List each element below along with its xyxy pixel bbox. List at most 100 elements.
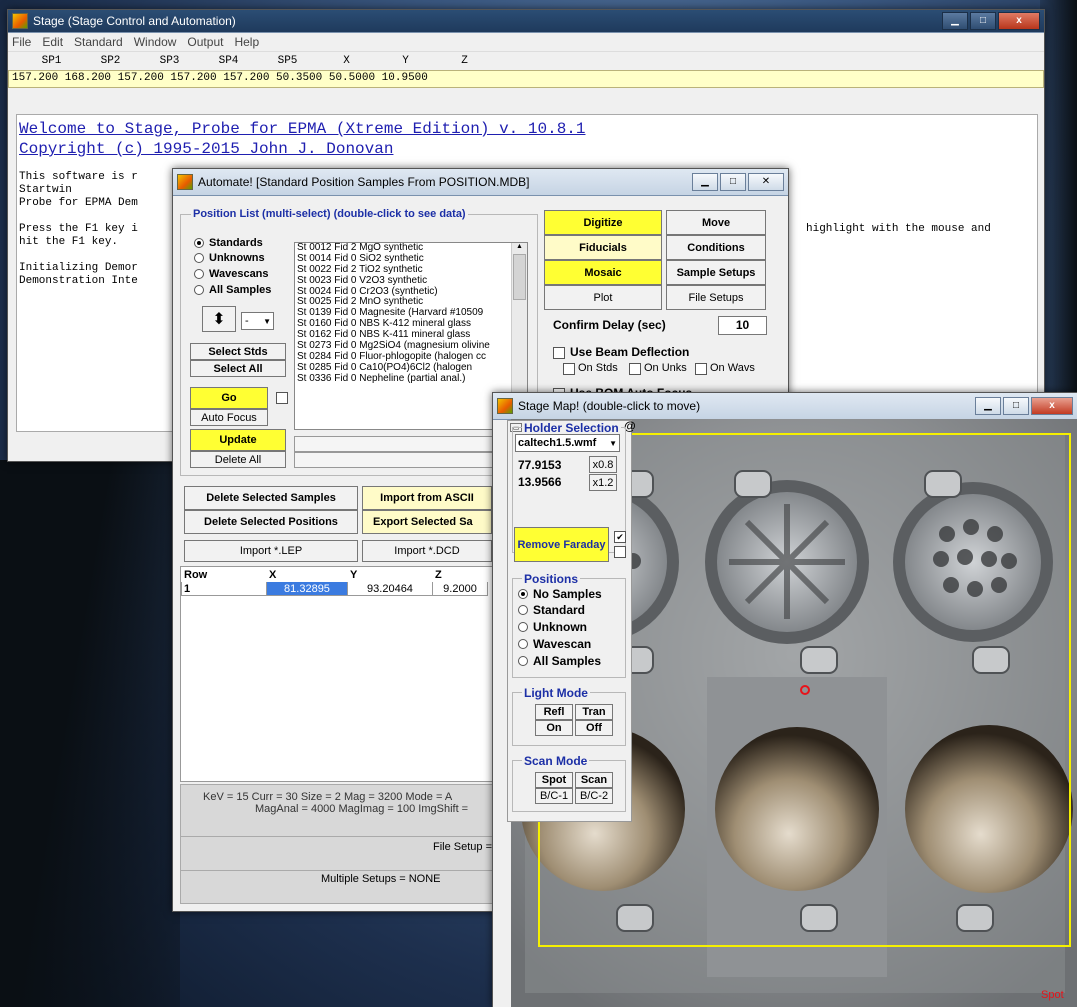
refl-button[interactable]: Refl bbox=[535, 704, 573, 720]
zoom-in-button[interactable]: x1.2 bbox=[589, 474, 617, 491]
table-cell[interactable]: 1 bbox=[181, 581, 267, 596]
list-item[interactable]: St 0023 Fid 0 V2O3 synthetic bbox=[295, 275, 527, 287]
faraday-checkbox-1[interactable]: ✔ bbox=[614, 531, 626, 543]
app-icon bbox=[497, 398, 513, 414]
desktop-tree-silhouette-right bbox=[1040, 0, 1077, 420]
file-setup-panel: File Setup = bbox=[180, 836, 495, 872]
table-cell[interactable]: 93.20464 bbox=[347, 581, 433, 596]
table-header: X bbox=[266, 567, 348, 582]
radio-standard[interactable]: Standard bbox=[518, 603, 585, 617]
close-button[interactable]: x bbox=[1031, 397, 1073, 415]
faraday-checkbox-2[interactable] bbox=[614, 546, 626, 558]
radio-wavescan[interactable]: Wavescan bbox=[518, 637, 591, 651]
close-button[interactable]: ✕ bbox=[748, 173, 784, 191]
bc2-button[interactable]: B/C-2 bbox=[575, 788, 613, 804]
radio-unknowns[interactable]: Unknowns bbox=[194, 252, 265, 264]
table-cell-selected[interactable]: 81.32895 bbox=[266, 581, 348, 596]
radio-all-samples[interactable]: All Samples bbox=[518, 654, 601, 668]
position-list-title: Position List (multi-select) (double-cli… bbox=[191, 208, 468, 220]
multiple-setups-panel: Multiple Setups = NONE bbox=[180, 870, 495, 904]
import-from-ascii-button[interactable]: Import from ASCII bbox=[362, 486, 492, 510]
on-unks-checkbox[interactable] bbox=[629, 363, 641, 375]
spin-arrows-button[interactable]: ⬍ bbox=[202, 306, 236, 332]
table-header: Z bbox=[432, 567, 488, 582]
menu-file[interactable]: File bbox=[12, 35, 31, 49]
scroll-thumb[interactable] bbox=[513, 254, 526, 300]
spot-button[interactable]: Spot bbox=[535, 772, 573, 788]
import-dcd-button[interactable]: Import *.DCD bbox=[362, 540, 492, 562]
bc1-button[interactable]: B/C-1 bbox=[535, 788, 573, 804]
holder-selection-title: Holder Selection bbox=[522, 421, 621, 435]
automate-window-title: Automate! [Standard Position Samples Fro… bbox=[198, 175, 530, 189]
light-off-button[interactable]: Off bbox=[575, 720, 613, 736]
position-grid[interactable] bbox=[180, 566, 495, 782]
main-title-bar: Stage (Stage Control and Automation) ▁ □… bbox=[8, 10, 1044, 33]
remove-faraday-button[interactable]: Remove Faraday bbox=[514, 527, 609, 562]
file-setups-button[interactable]: File Setups bbox=[666, 285, 766, 310]
zoom-out-button[interactable]: x0.8 bbox=[589, 456, 617, 473]
positions-title: Positions bbox=[522, 572, 581, 586]
sample-setups-button[interactable]: Sample Setups bbox=[666, 260, 766, 285]
on-unks-label: On Unks bbox=[644, 362, 687, 374]
scroll-up-icon[interactable]: ▲ bbox=[512, 243, 527, 250]
mosaic-button[interactable]: Mosaic bbox=[544, 260, 662, 285]
position-values: 157.200 168.200 157.200 157.200 157.200 … bbox=[8, 70, 1044, 88]
radio-no-samples[interactable]: No Samples bbox=[518, 587, 602, 601]
delete-all-button[interactable]: Delete All bbox=[190, 451, 286, 468]
header-sp1: SP1 bbox=[41, 55, 62, 67]
radio-standards[interactable]: Standards bbox=[194, 237, 263, 249]
move-button[interactable]: Move bbox=[666, 210, 766, 235]
coord-y-value: 13.9566 bbox=[518, 475, 562, 489]
go-checkbox[interactable] bbox=[276, 392, 288, 404]
menu-output[interactable]: Output bbox=[187, 35, 223, 49]
table-cell[interactable]: 9.2000 bbox=[432, 581, 488, 596]
multiple-setups-text: Multiple Setups = NONE bbox=[321, 873, 441, 885]
radio-unknown[interactable]: Unknown bbox=[518, 620, 587, 634]
import-lep-button[interactable]: Import *.LEP bbox=[184, 540, 358, 562]
maximize-button[interactable]: □ bbox=[970, 12, 996, 30]
menu-help[interactable]: Help bbox=[234, 35, 259, 49]
conditions-button[interactable]: Conditions bbox=[666, 235, 766, 260]
header-y: Y bbox=[402, 55, 409, 67]
fiducials-button[interactable]: Fiducials bbox=[544, 235, 662, 260]
minimize-button[interactable]: ▁ bbox=[975, 397, 1001, 415]
plot-button[interactable]: Plot bbox=[544, 285, 662, 310]
radio-wavescans[interactable]: Wavescans bbox=[194, 268, 269, 280]
select-all-button[interactable]: Select All bbox=[190, 360, 286, 377]
holder-dropdown[interactable]: caltech1.5.wmf ▼ bbox=[515, 434, 620, 452]
use-beam-deflection-checkbox[interactable] bbox=[553, 347, 565, 359]
export-selected-button[interactable]: Export Selected Sa bbox=[362, 510, 492, 534]
on-wavs-label: On Wavs bbox=[710, 362, 755, 374]
menu-standard[interactable]: Standard bbox=[74, 35, 123, 49]
digitize-button[interactable]: Digitize bbox=[544, 210, 662, 235]
tran-button[interactable]: Tran bbox=[575, 704, 613, 720]
maximize-button[interactable]: □ bbox=[720, 173, 746, 191]
on-stds-checkbox[interactable] bbox=[563, 363, 575, 375]
confirm-delay-input[interactable]: 10 bbox=[718, 316, 767, 335]
table-row[interactable]: 1 81.32895 93.20464 9.2000 bbox=[181, 581, 488, 596]
go-button[interactable]: Go bbox=[190, 387, 268, 409]
menu-window[interactable]: Window bbox=[134, 35, 177, 49]
auto-focus-button[interactable]: Auto Focus bbox=[190, 409, 268, 426]
maximize-button[interactable]: □ bbox=[1003, 397, 1029, 415]
light-on-button[interactable]: On bbox=[535, 720, 573, 736]
scan-button[interactable]: Scan bbox=[575, 772, 613, 788]
menu-edit[interactable]: Edit bbox=[42, 35, 63, 49]
conditions-panel: KeV = 15 Curr = 30 Size = 2 Mag = 3200 M… bbox=[180, 784, 495, 838]
delete-selected-positions-button[interactable]: Delete Selected Positions bbox=[184, 510, 358, 534]
select-stds-button[interactable]: Select Stds bbox=[190, 343, 286, 360]
position-headers: SP1 SP2 SP3 SP4 SP5 X Y Z bbox=[8, 52, 1044, 70]
table-header-row: Row X Y Z bbox=[181, 567, 488, 582]
on-wavs-checkbox[interactable] bbox=[695, 363, 707, 375]
app-icon bbox=[177, 174, 193, 190]
delete-selected-samples-button[interactable]: Delete Selected Samples bbox=[184, 486, 358, 510]
table-header: Row bbox=[181, 567, 267, 582]
scan-mode-title: Scan Mode bbox=[522, 754, 590, 768]
minimize-button[interactable]: ▁ bbox=[692, 173, 718, 191]
list-dropdown[interactable]: - ▼ bbox=[241, 312, 274, 330]
update-button[interactable]: Update bbox=[190, 429, 286, 451]
radio-all-samples[interactable]: All Samples bbox=[194, 284, 271, 296]
minimize-button[interactable]: ▁ bbox=[942, 12, 968, 30]
list-item[interactable]: St 0336 Fid 0 Nepheline (partial anal.) bbox=[295, 373, 527, 385]
close-button[interactable]: x bbox=[998, 12, 1040, 30]
